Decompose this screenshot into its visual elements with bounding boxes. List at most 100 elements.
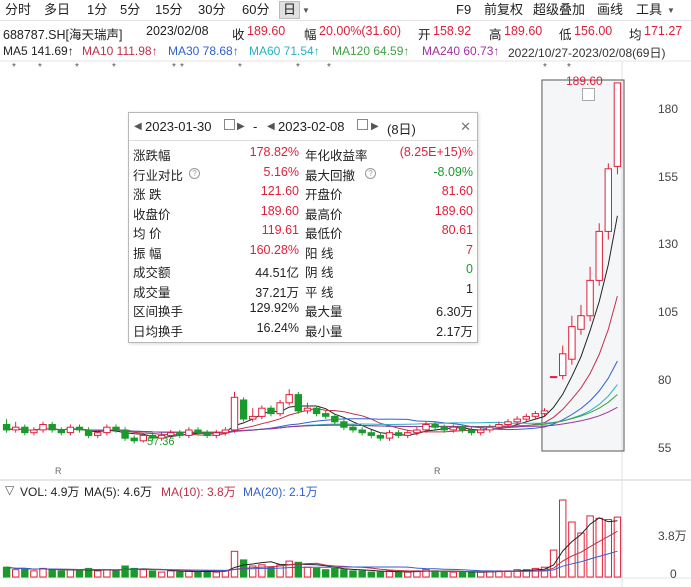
stats-row: 均 价 119.61 最低价 80.61 xyxy=(129,221,477,241)
vol-tick-zero: 0 xyxy=(670,567,677,581)
volume-bar xyxy=(349,570,357,578)
stat-value: 121.60 xyxy=(260,184,299,198)
help-icon[interactable]: ? xyxy=(365,167,376,179)
next-end-icon[interactable]: ▶ xyxy=(371,121,379,132)
start-date[interactable]: 2023-01-30 xyxy=(145,119,212,134)
close-icon[interactable]: ✕ xyxy=(460,119,471,135)
stat-label: 开盘价 xyxy=(305,188,343,202)
candle-body xyxy=(422,424,430,431)
price-tick-105: 105 xyxy=(658,305,679,319)
volume-bar xyxy=(604,519,612,578)
candle-body xyxy=(486,426,494,431)
volume-bar xyxy=(568,521,576,578)
stat-label: 均 价 xyxy=(133,227,162,241)
candle-body xyxy=(203,432,211,436)
r-marker: R xyxy=(434,466,441,476)
stat-label: 收盘价 xyxy=(133,207,171,222)
candle-body xyxy=(458,426,467,431)
max-price-label: 189.60 xyxy=(566,74,603,88)
prev-start-icon[interactable]: ◀ xyxy=(134,121,142,132)
volume-bar xyxy=(322,569,330,578)
volume-bar xyxy=(112,570,120,578)
candle-body xyxy=(121,429,129,439)
price-tick-80: 80 xyxy=(658,373,672,387)
candle-body xyxy=(376,434,385,439)
candle-body xyxy=(322,413,330,417)
volume-bar xyxy=(467,571,476,578)
candle-body xyxy=(94,432,102,436)
stat-value: -8.09% xyxy=(433,164,473,179)
candle-body xyxy=(531,413,540,417)
candle-body xyxy=(586,279,594,317)
stat-value: 37.21万 xyxy=(255,285,299,300)
stats-row: 日均换手 16.24% 最小量 2.17万 xyxy=(129,319,477,339)
prev-end-icon[interactable]: ◀ xyxy=(267,121,275,132)
end-date[interactable]: 2023-02-08 xyxy=(278,119,345,134)
volume-legend: ▽ VOL: 4.9万 MA(5): 4.6万 MA(10): 3.8万 MA(… xyxy=(0,482,691,499)
candle-body xyxy=(294,394,303,412)
candle-body xyxy=(258,407,266,417)
stats-row: 收盘价 189.60 最高价 189.60 xyxy=(129,202,477,222)
candle-body xyxy=(221,429,230,434)
stat-label: 平 线 xyxy=(305,285,334,300)
volume-bar xyxy=(404,571,412,578)
candle-body xyxy=(568,326,576,360)
stat-label: 最大回撤 xyxy=(305,168,356,183)
help-icon[interactable]: ? xyxy=(189,167,200,179)
candle-body xyxy=(176,432,184,436)
candle-body xyxy=(604,168,612,232)
stat-label: 振 幅 xyxy=(133,246,162,261)
candle-body xyxy=(349,426,357,431)
volume-bar xyxy=(157,571,166,578)
volume-bar xyxy=(312,567,321,578)
candle-body xyxy=(404,432,412,436)
stat-value: (8.25E+15)% xyxy=(399,145,473,159)
calendar-icon[interactable] xyxy=(224,119,235,130)
stats-row: 成交量 37.21万平 线 1 xyxy=(129,280,477,300)
candle-body xyxy=(504,421,512,425)
stat-label: 最小量 xyxy=(305,324,343,339)
selection-box xyxy=(541,79,625,452)
candle-body xyxy=(230,396,239,431)
volume-bar xyxy=(230,550,239,578)
candle-body xyxy=(431,424,439,428)
stat-value: 5.16% xyxy=(263,164,299,179)
volume-bar xyxy=(167,570,175,578)
price-tick-130: 130 xyxy=(658,237,679,251)
volume-bar xyxy=(57,570,65,578)
candle-body xyxy=(577,315,585,330)
volume-bar xyxy=(103,569,111,578)
vol-tick-high: 3.8万 xyxy=(658,529,687,543)
candle-body xyxy=(267,407,275,415)
candle-body xyxy=(477,429,485,434)
volume-bar xyxy=(595,517,603,578)
vol-ma20-line xyxy=(6,550,618,572)
next-start-icon[interactable]: ▶ xyxy=(237,121,245,132)
popup-header: ◀ 2023-01-30 ▶ - ◀ 2023-02-08 ▶ (8日) ✕ xyxy=(129,113,477,141)
volume-bar xyxy=(549,549,558,578)
candle-body xyxy=(212,432,221,436)
candle-body xyxy=(312,407,321,415)
stats-row: 行业对比? 5.16% 最大回撤? -8.09% xyxy=(129,163,477,183)
candle-body xyxy=(194,429,202,434)
candle-body xyxy=(613,82,622,167)
candle-body xyxy=(167,432,175,436)
stat-value: 178.82% xyxy=(249,145,299,159)
volume-bar xyxy=(139,569,148,578)
day-count: (8日) xyxy=(387,122,416,137)
stats-row: 涨 跌 121.60 开盘价 81.60 xyxy=(129,182,477,202)
date-separator: - xyxy=(253,119,258,134)
stats-row: 振 幅 160.28% 阳 线 7 xyxy=(129,241,477,261)
candle-body xyxy=(239,399,248,420)
volume-bar xyxy=(477,571,485,578)
calendar-icon[interactable] xyxy=(357,119,368,130)
volume-menu-icon[interactable]: ▽ xyxy=(5,483,14,497)
stats-row: 涨跌幅 178.82% 年化收益率 (8.25E+15)% xyxy=(129,143,477,163)
stat-label: 成交量 xyxy=(133,285,171,300)
square-icon[interactable] xyxy=(582,88,595,101)
stat-label: 行业对比 xyxy=(133,168,184,183)
r-marker: R xyxy=(55,466,62,476)
vol-value: VOL: 4.9万 xyxy=(20,485,80,499)
candle-body xyxy=(112,426,120,431)
stat-label: 涨跌幅 xyxy=(133,149,171,163)
